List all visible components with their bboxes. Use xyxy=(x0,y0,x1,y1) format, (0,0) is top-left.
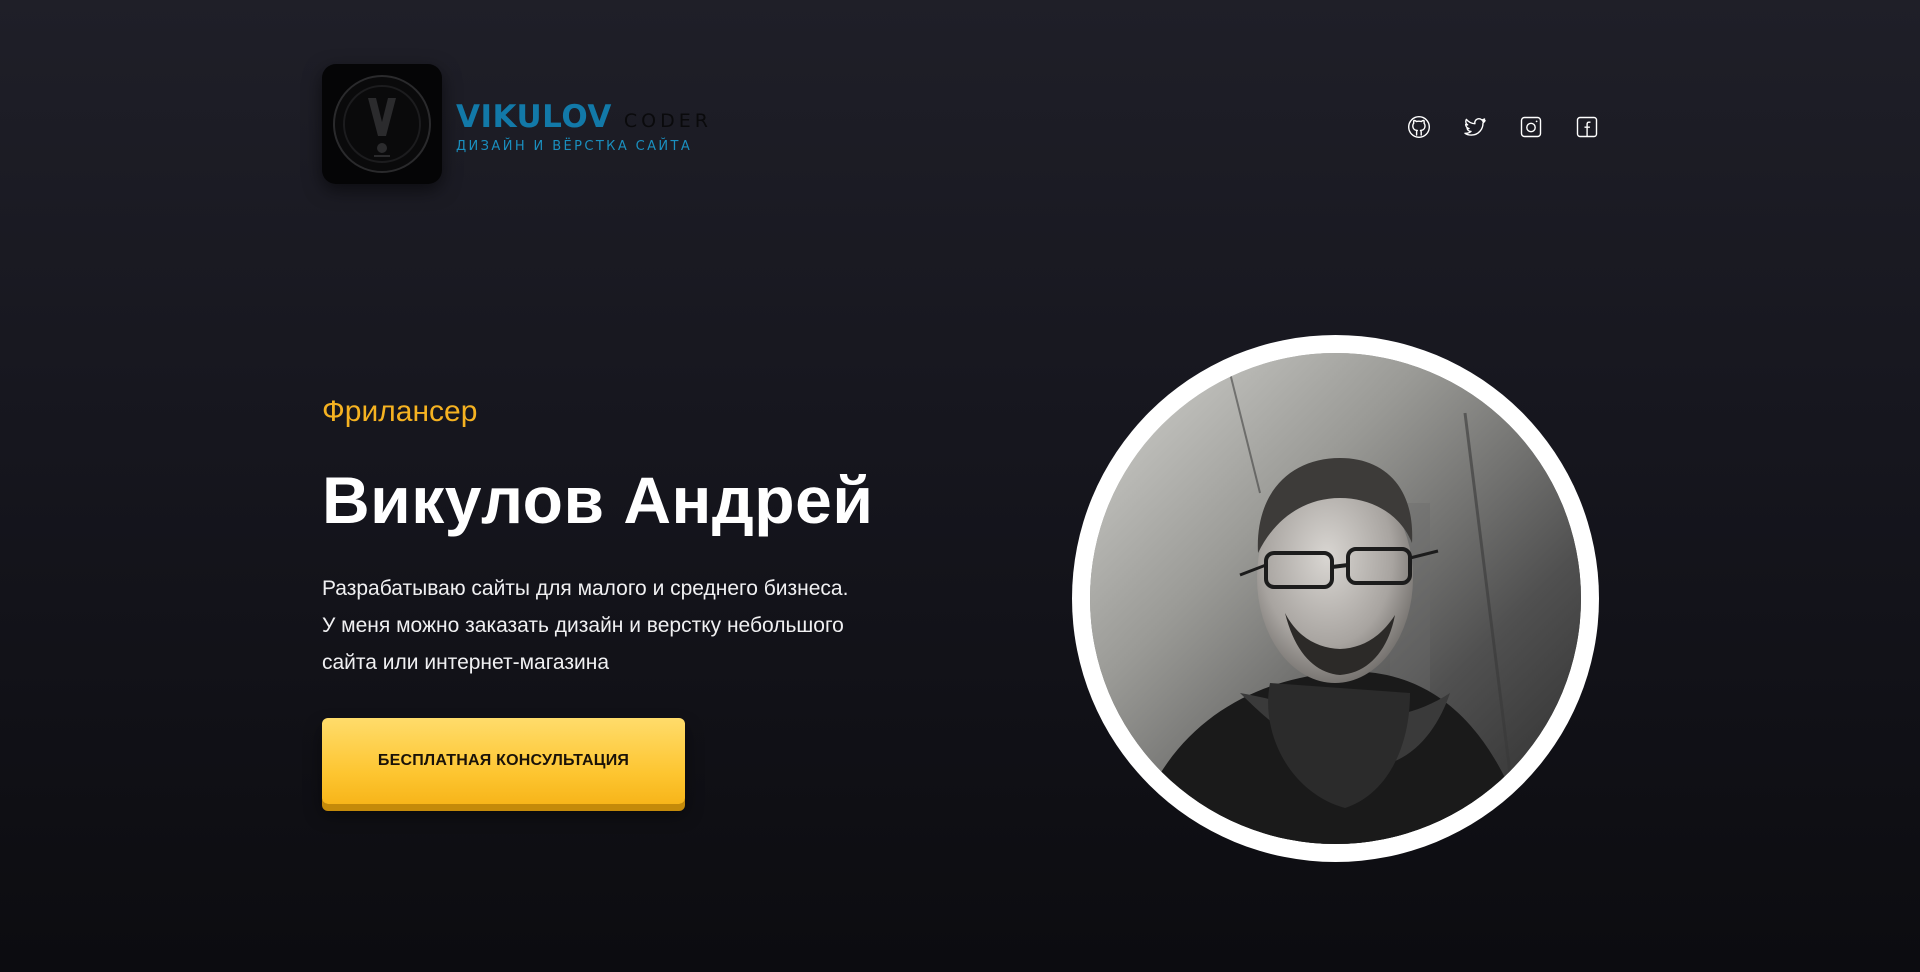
social-links xyxy=(1406,114,1600,140)
hero-description-line: У меня можно заказать дизайн и верстку н… xyxy=(322,614,844,637)
hero-description-line: Разрабатываю сайты для малого и среднего… xyxy=(322,577,849,600)
profile-photo xyxy=(1090,353,1581,844)
logo-title: VIKULOV CODER xyxy=(456,99,712,135)
profile-photo-illustration xyxy=(1090,353,1581,844)
facebook-link[interactable] xyxy=(1574,114,1600,140)
logo-text: VIKULOV CODER ДИЗАЙН И ВЁРСТКА САЙТА xyxy=(456,95,712,154)
logo-name: VIKULOV xyxy=(456,98,612,135)
hero-description-line: сайта или интернет-магазина xyxy=(322,651,610,674)
logo-link[interactable]: VIKULOV CODER ДИЗАЙН И ВЁРСТКА САЙТА xyxy=(322,64,712,184)
github-icon xyxy=(1407,115,1431,139)
hero-intro: Фрилансер Викулов Андрей Разрабатываю са… xyxy=(322,392,922,681)
logo-tagline: ДИЗАЙН И ВЁРСТКА САЙТА xyxy=(456,138,693,154)
site-header: VIKULOV CODER ДИЗАЙН И ВЁРСТКА САЙТА xyxy=(322,64,1600,188)
hero-description: Разрабатываю сайты для малого и среднего… xyxy=(322,570,922,681)
hero-eyebrow: Фрилансер xyxy=(322,395,478,428)
facebook-icon xyxy=(1576,116,1598,138)
twitter-icon xyxy=(1464,118,1486,136)
github-link[interactable] xyxy=(1406,114,1432,140)
instagram-icon xyxy=(1520,116,1542,138)
logo-emblem-icon xyxy=(333,75,431,173)
logo-mark xyxy=(322,64,442,184)
logo-suffix: CODER xyxy=(623,109,712,132)
free-consultation-button[interactable]: БЕСПЛАТНАЯ КОНСУЛЬТАЦИЯ xyxy=(322,718,685,804)
twitter-link[interactable] xyxy=(1462,114,1488,140)
hero-name: Викулов Андрей xyxy=(322,463,874,537)
instagram-link[interactable] xyxy=(1518,114,1544,140)
profile-photo-frame xyxy=(1072,335,1599,862)
